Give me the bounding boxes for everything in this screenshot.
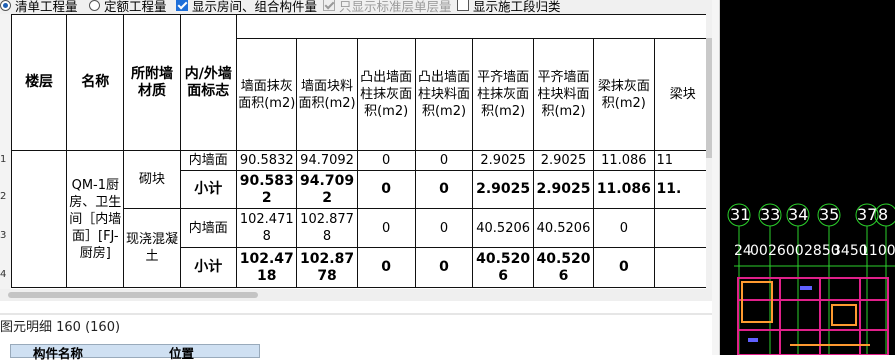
cell-side[interactable]: 内墙面 [179, 150, 238, 171]
cell-value[interactable]: 40.5206 [532, 247, 595, 288]
detail-table-header: 构件名称 位置 [10, 344, 260, 361]
header-col-flush-plaster[interactable]: 平齐墙面柱抹灰面积(m2) [472, 38, 534, 151]
cell-value[interactable]: 11.086 [593, 170, 655, 209]
header-wall-tile[interactable]: 墙面块料面积(m2) [296, 38, 358, 151]
dimension-label: 00 [750, 243, 768, 259]
row-number: 1 [0, 154, 7, 165]
cell-value[interactable]: 2.9025 [472, 150, 534, 171]
row-number: 2 [0, 191, 7, 202]
table-row[interactable]: QM-1厨房、卫生间［内墙面］[FJ-厨房] 砌块 内墙面 90.5832 94… [10, 150, 712, 288]
header-floor[interactable]: 楼层 [10, 14, 68, 151]
panel-separator[interactable] [0, 313, 712, 315]
scroll-thumb[interactable] [8, 292, 258, 298]
cell-value[interactable]: 11 [653, 150, 712, 171]
option-standard-floor-only: 只显示标准层单层量 [323, 0, 452, 14]
option-quota-quantity[interactable]: 定额工程量 [89, 0, 167, 14]
header-beam-tile[interactable]: 梁块 [653, 38, 712, 151]
header-col-flush-tile[interactable]: 平齐墙面柱块料面积(m2) [532, 38, 595, 151]
cell-value[interactable]: 0 [356, 170, 416, 209]
cell-value[interactable]: 40.5206 [532, 208, 595, 248]
cell-value[interactable]: 102.8778 [296, 208, 358, 248]
cell-value[interactable]: 102.4718 [236, 208, 298, 248]
quantity-grid: 1 2 3 4 楼层 名称 所附墙材质 内/外墙面标志 墙面抹灰面积(m2) 墙… [0, 14, 712, 289]
axis-label: 35 [819, 205, 840, 224]
option-bill-quantity[interactable]: 清单工程量 [0, 0, 78, 14]
option-label: 只显示标准层单层量 [339, 0, 452, 14]
header-material[interactable]: 所附墙材质 [123, 14, 181, 151]
cell-value[interactable]: 0 [414, 170, 474, 209]
cell-value[interactable]: 102.4718 [236, 247, 298, 288]
cell-value[interactable]: 0 [356, 150, 416, 171]
cell-floor[interactable] [10, 150, 68, 288]
checkbox-standard-floor-only [323, 0, 335, 11]
cell-side[interactable]: 小计 [179, 247, 238, 288]
cell-value[interactable] [653, 247, 712, 288]
cell-value[interactable]: 0 [593, 247, 655, 288]
row-number: 4 [0, 269, 7, 280]
radio-quota-quantity[interactable] [89, 0, 100, 11]
cell-value[interactable]: 11. [653, 170, 712, 209]
cell-side[interactable]: 小计 [179, 170, 238, 209]
cell-value[interactable]: 0 [414, 208, 474, 248]
cell-material[interactable]: 砌块 [123, 150, 181, 209]
quantity-table: 楼层 名称 所附墙材质 内/外墙面标志 墙面抹灰面积(m2) 墙面块料面积(m2… [10, 14, 712, 288]
row-number: 3 [0, 230, 7, 241]
cell-value[interactable]: 0 [414, 150, 474, 171]
axis-label: 34 [788, 205, 809, 224]
cell-value[interactable]: 2.9025 [532, 150, 595, 171]
element-detail-panel: 图元明细 160 (160) 构件名称 位置 [0, 301, 712, 361]
cell-material[interactable]: 现浇混凝土 [123, 208, 181, 288]
header-name[interactable]: 名称 [66, 14, 125, 151]
cell-value[interactable]: 0 [356, 247, 416, 288]
header-side[interactable]: 内/外墙面标志 [179, 14, 238, 151]
detail-panel-title: 图元明细 160 (160) [0, 320, 121, 335]
cell-value[interactable]: 94.7092 [296, 170, 358, 209]
cell-value[interactable]: 2.9025 [532, 170, 595, 209]
row-header-column: 1 2 3 4 [0, 14, 11, 289]
header-col-out-tile[interactable]: 凸出墙面柱块料面积(m2) [414, 38, 474, 151]
cell-value[interactable] [653, 208, 712, 248]
option-label: 定额工程量 [104, 0, 167, 14]
option-show-room-qty[interactable]: 显示房间、组合构件量 [176, 0, 318, 14]
option-show-segment[interactable]: 显示施工段归类 [457, 0, 561, 14]
cell-side[interactable]: 内墙面 [179, 208, 238, 248]
dimension-label: 2600 [768, 243, 804, 259]
header-position[interactable]: 位置 [169, 343, 194, 362]
radio-bill-quantity[interactable] [0, 0, 11, 11]
dimension-label: 1100 [860, 243, 895, 259]
checkbox-show-segment[interactable] [457, 0, 469, 11]
cell-value[interactable]: 90.5832 [236, 170, 298, 209]
cell-value[interactable]: 0 [356, 208, 416, 248]
cad-drawing[interactable] [720, 0, 895, 355]
panel-splitter[interactable] [712, 0, 720, 355]
header-beam-plaster[interactable]: 梁抹灰面积(m2) [593, 38, 655, 151]
cell-value[interactable]: 94.7092 [296, 150, 358, 171]
cad-viewport[interactable]: 31 33 34 35 37 8 24 00 2600 2850 3450 11… [720, 0, 895, 355]
option-label: 显示房间、组合构件量 [192, 0, 318, 14]
header-group-blank [236, 14, 712, 39]
quantity-options-bar: 清单工程量 定额工程量 显示房间、组合构件量 只显示标准层单层量 显示施工段归类 [0, 0, 720, 14]
cell-value[interactable]: 90.5832 [236, 150, 298, 171]
cell-value[interactable]: 40.5206 [472, 208, 534, 248]
axis-label: 37 [857, 205, 878, 224]
header-col-out-plaster[interactable]: 凸出墙面柱抹灰面积(m2) [356, 38, 416, 151]
cell-value[interactable]: 40.5206 [472, 247, 534, 288]
grid-horizontal-scrollbar[interactable] [0, 289, 712, 301]
checkbox-show-room-qty[interactable] [176, 0, 188, 11]
axis-label: 33 [760, 205, 781, 224]
cell-value[interactable]: 11.086 [593, 150, 655, 171]
cell-value[interactable]: 0 [593, 208, 655, 248]
cell-value[interactable]: 102.8778 [296, 247, 358, 288]
header-wall-plaster[interactable]: 墙面抹灰面积(m2) [236, 38, 298, 151]
cell-name[interactable]: QM-1厨房、卫生间［内墙面］[FJ-厨房] [66, 150, 125, 288]
axis-label: 8 [878, 205, 889, 224]
cell-value[interactable]: 0 [414, 247, 474, 288]
axis-label: 31 [730, 205, 751, 224]
option-label: 显示施工段归类 [473, 0, 561, 14]
option-label: 清单工程量 [15, 0, 78, 14]
cell-value[interactable]: 2.9025 [472, 170, 534, 209]
header-component-name[interactable]: 构件名称 [33, 343, 83, 362]
